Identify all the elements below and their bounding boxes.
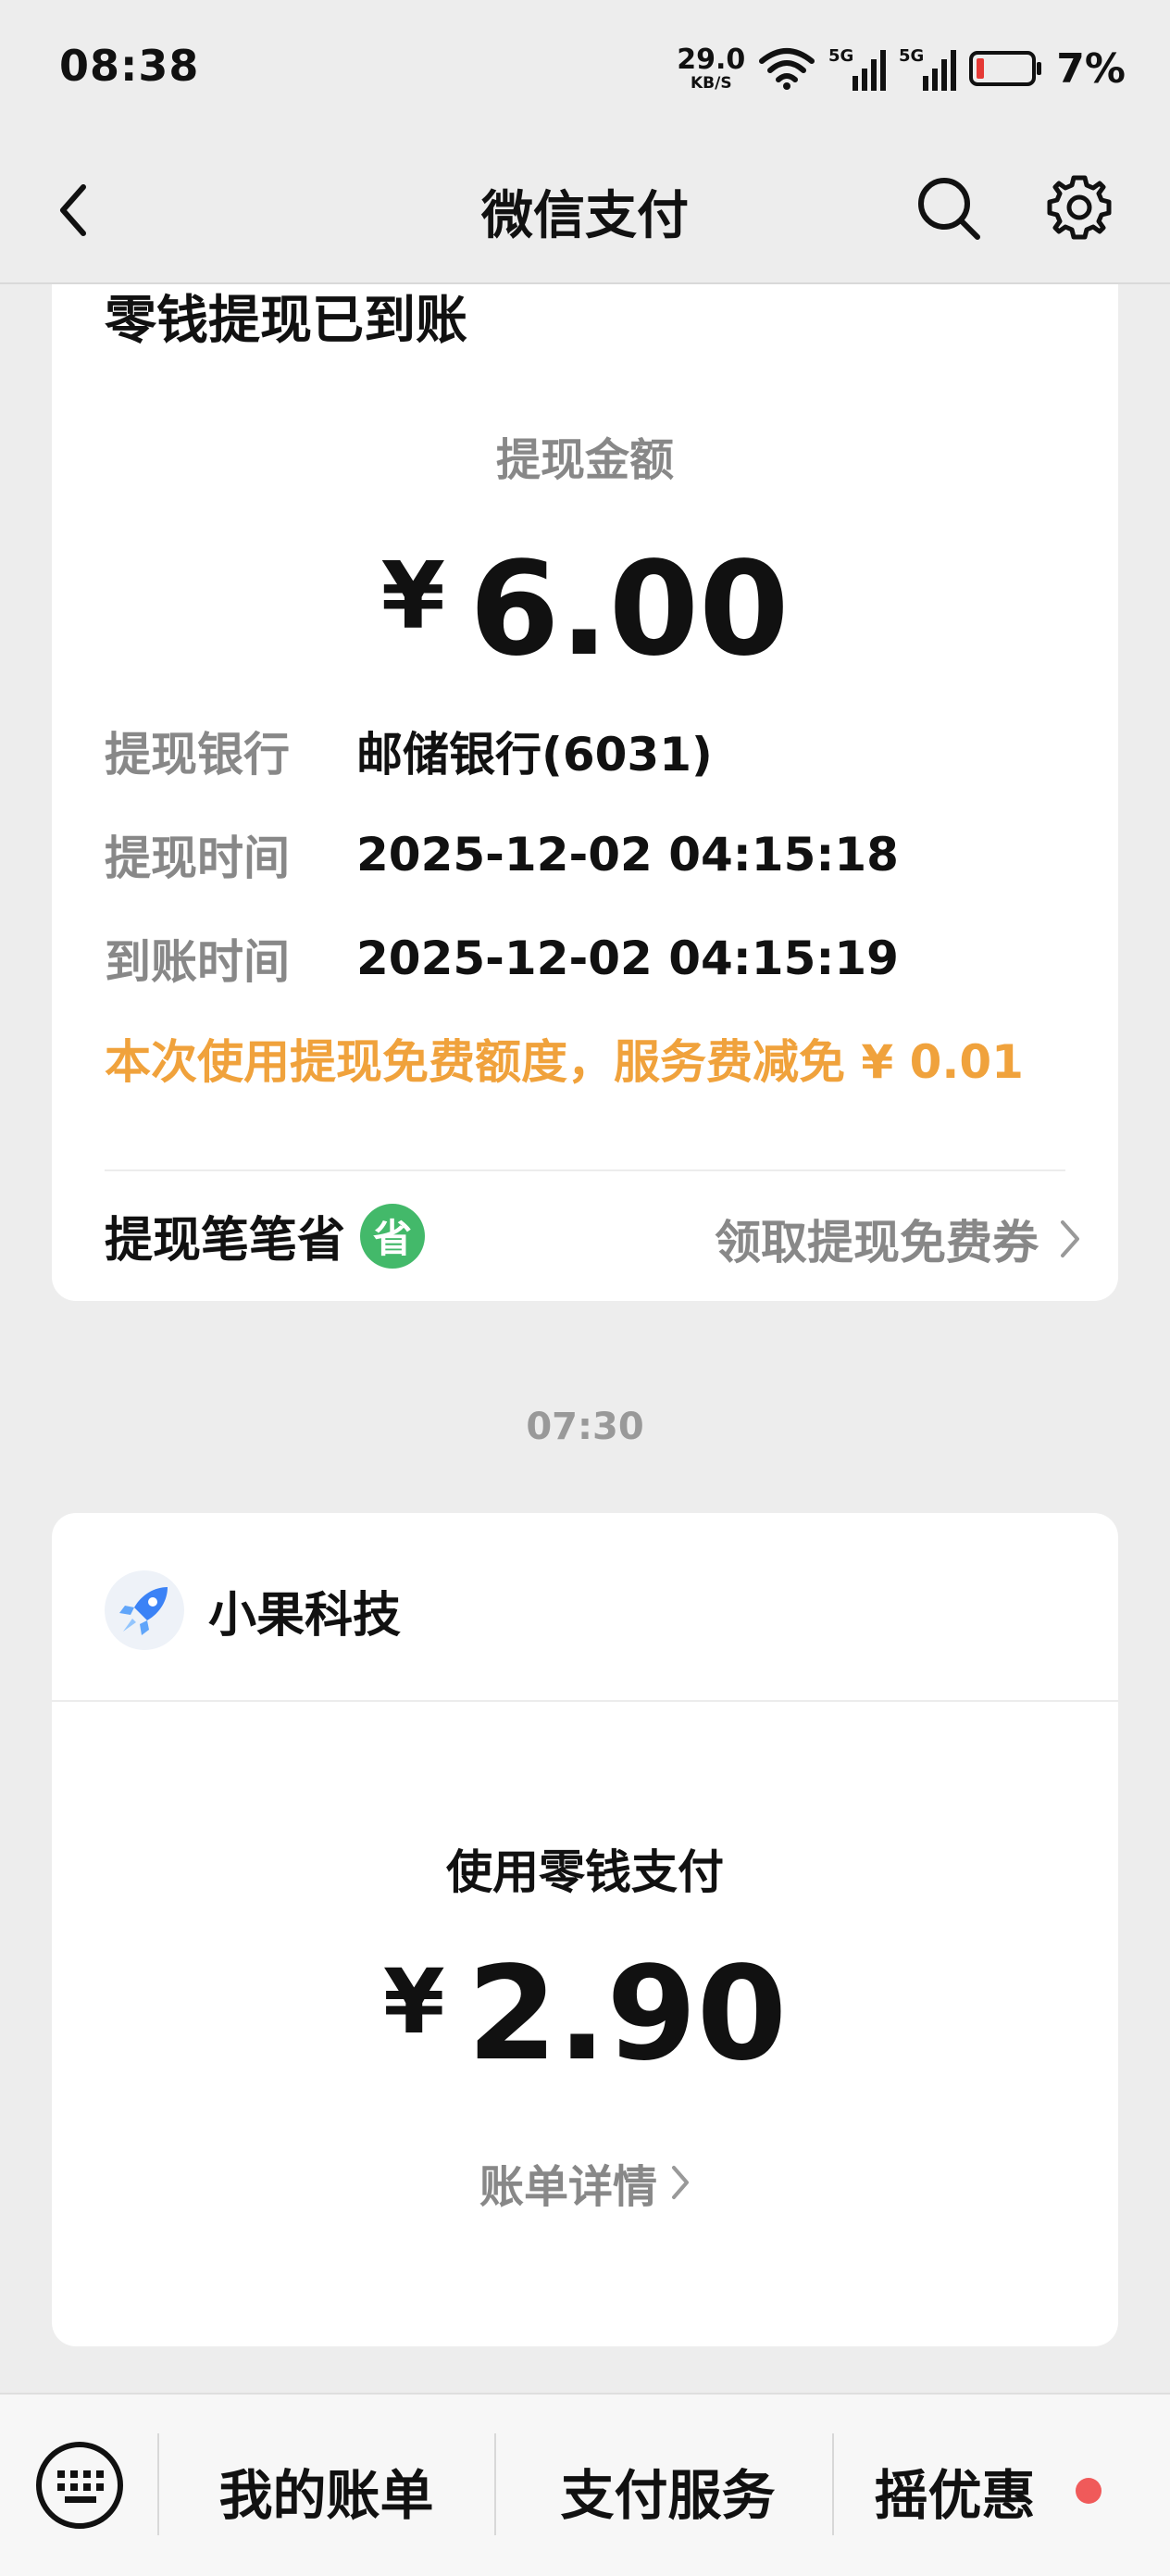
network-speed-value: 29.0 bbox=[677, 43, 746, 76]
search-icon[interactable] bbox=[915, 174, 983, 243]
withdrawal-card: 零钱提现已到账 提现金额 ¥6.00 提现银行 邮储银行(6031) 提现时间 … bbox=[52, 284, 1118, 1301]
battery-icon bbox=[969, 51, 1042, 86]
chevron-right-icon bbox=[1061, 1220, 1079, 1257]
rocket-icon bbox=[119, 1587, 168, 1635]
merchant-row[interactable]: 小果科技 bbox=[105, 1570, 401, 1650]
card-divider bbox=[52, 1700, 1118, 1702]
info-value: 2025-12-02 04:15:19 bbox=[356, 932, 899, 985]
info-row-arrival-time: 到账时间 2025-12-02 04:15:19 bbox=[105, 925, 899, 992]
info-row-withdraw-time: 提现时间 2025-12-02 04:15:18 bbox=[105, 821, 899, 888]
info-value: 邮储银行(6031) bbox=[356, 728, 713, 782]
menu-payment-services[interactable]: 支付服务 bbox=[504, 2452, 832, 2530]
merchant-avatar bbox=[105, 1570, 184, 1650]
withdrawal-amount-label: 提现金额 bbox=[495, 434, 674, 486]
svg-text:5G: 5G bbox=[828, 46, 853, 66]
payment-amount: ¥2.90 bbox=[52, 1939, 1118, 2090]
status-indicators: 29.0 KB/S 5G 5G 7% bbox=[677, 41, 1126, 96]
info-key: 提现时间 bbox=[105, 832, 290, 885]
status-bar: 08:38 29.0 KB/S 5G 5G 7% bbox=[0, 0, 1170, 139]
bill-detail-link[interactable]: 账单详情 bbox=[52, 2150, 1118, 2215]
menu-separator bbox=[494, 2433, 496, 2535]
merchant-name: 小果科技 bbox=[208, 1587, 402, 1644]
keyboard-icon[interactable] bbox=[33, 2439, 126, 2532]
nav-bar: 微信支付 bbox=[0, 139, 1170, 282]
bottom-menu-bar: 我的账单 支付服务 摇优惠 bbox=[0, 2393, 1170, 2576]
withdrawal-amount: ¥6.00 bbox=[52, 534, 1118, 685]
page-title: 微信支付 bbox=[481, 186, 689, 246]
currency-symbol: ¥ bbox=[380, 542, 446, 650]
currency-symbol: ¥ bbox=[382, 1950, 445, 2054]
bill-detail-text: 账单详情 bbox=[479, 2161, 657, 2213]
network-speed: 29.0 KB/S bbox=[677, 43, 746, 93]
menu-separator bbox=[832, 2433, 834, 2535]
payment-method-label: 使用零钱支付 bbox=[446, 1845, 724, 1899]
svg-text:5G: 5G bbox=[899, 46, 924, 66]
payment-card[interactable]: 小果科技 使用零钱支付 ¥2.90 账单详情 bbox=[52, 1513, 1118, 2346]
message-timestamp: 07:30 bbox=[526, 1406, 644, 1448]
battery-percent: 7% bbox=[1056, 44, 1126, 93]
fee-waiver-note: 本次使用提现免费额度，服务费减免 ¥ 0.01 bbox=[105, 1035, 1024, 1089]
withdrawal-amount-value: 6.00 bbox=[469, 534, 790, 685]
signal-5g-icon-1: 5G bbox=[828, 46, 887, 91]
card-divider bbox=[105, 1169, 1065, 1171]
info-key: 到账时间 bbox=[105, 935, 290, 989]
promo-save-label: 提现笔笔省 省 bbox=[105, 1201, 426, 1270]
menu-separator bbox=[157, 2433, 159, 2535]
promo-save-text: 提现笔笔省 bbox=[105, 1213, 346, 1269]
signal-5g-icon-2: 5G bbox=[899, 46, 957, 91]
info-value: 2025-12-02 04:15:18 bbox=[356, 828, 899, 882]
info-key: 提现银行 bbox=[105, 728, 290, 782]
notification-dot bbox=[1076, 2478, 1102, 2504]
status-time: 08:38 bbox=[59, 41, 200, 91]
get-free-coupon-link[interactable]: 领取提现免费券 bbox=[715, 1206, 1081, 1272]
wifi-icon bbox=[759, 48, 815, 90]
payment-amount-value: 2.90 bbox=[467, 1939, 788, 2090]
menu-shake-offers[interactable]: 摇优惠 bbox=[841, 2452, 1068, 2530]
get-free-coupon-text: 领取提现免费券 bbox=[715, 1216, 1039, 1269]
info-row-bank: 提现银行 邮储银行(6031) bbox=[105, 718, 713, 784]
menu-my-bills[interactable]: 我的账单 bbox=[167, 2452, 486, 2530]
network-speed-unit: KB/S bbox=[690, 73, 732, 93]
gear-icon[interactable] bbox=[1044, 172, 1114, 243]
withdrawal-title: 零钱提现已到账 bbox=[105, 291, 467, 351]
chevron-right-icon bbox=[672, 2166, 689, 2199]
save-badge-icon: 省 bbox=[360, 1203, 426, 1269]
